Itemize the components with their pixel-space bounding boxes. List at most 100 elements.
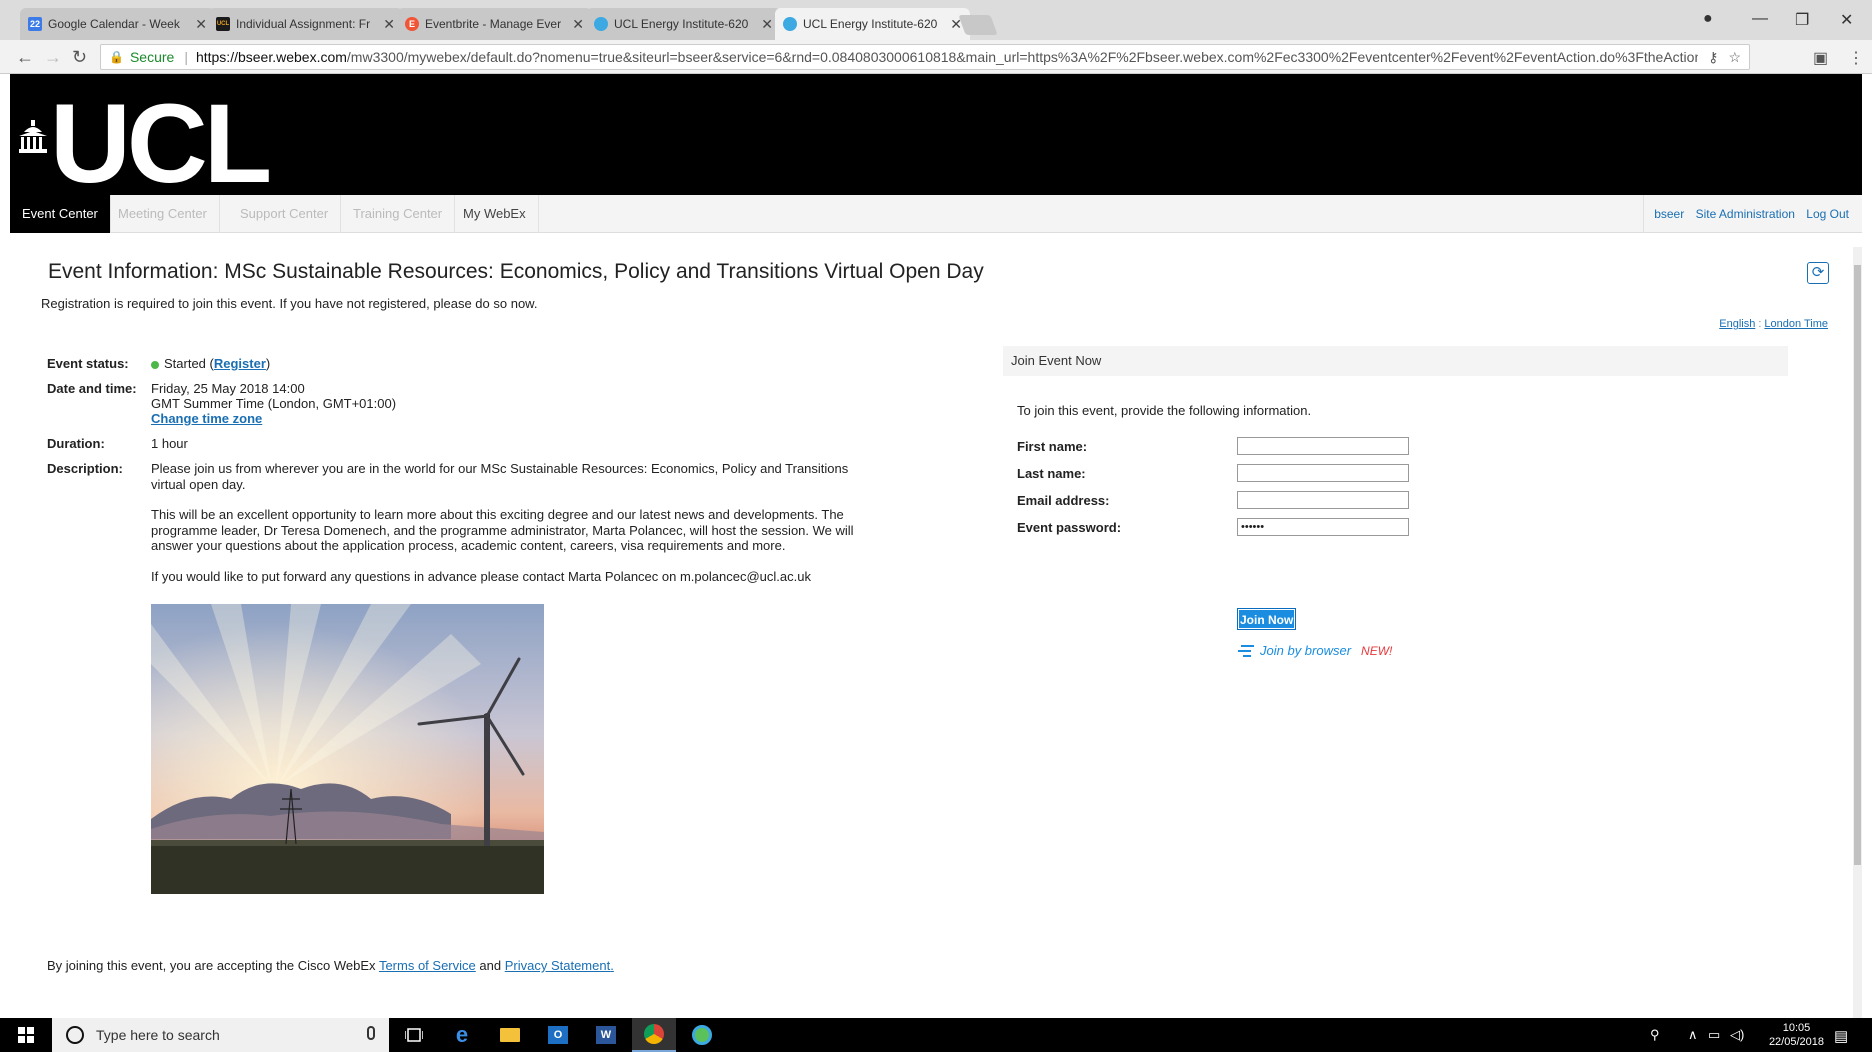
people-icon[interactable]: ⚲ (1650, 1027, 1660, 1043)
change-timezone-link[interactable]: Change time zone (151, 411, 396, 426)
logout-link[interactable]: Log Out (1806, 207, 1849, 221)
duration-label: Duration: (47, 436, 105, 451)
network-icon[interactable]: ▭ (1708, 1027, 1720, 1043)
link-separator: : (1758, 318, 1762, 330)
back-icon[interactable]: ← (16, 47, 34, 68)
status-text: Started (164, 356, 206, 371)
taskbar-search-placeholder: Type here to search (96, 1027, 220, 1043)
profile-icon[interactable]: ● (1703, 10, 1713, 28)
webex-icon (594, 17, 608, 31)
tab-google-calendar[interactable]: 22 Google Calendar - Week ✕ (20, 8, 215, 40)
event-status-value: Started (Register) (151, 356, 270, 371)
address-bar[interactable]: 🔒 Secure | https://bseer.webex.com/mw330… (100, 44, 1750, 70)
taskbar-chrome[interactable] (632, 1018, 676, 1052)
close-tab-icon[interactable]: ✕ (195, 16, 207, 33)
outlook-icon: O (548, 1026, 568, 1044)
notifications-icon[interactable]: ▤ (1834, 1027, 1848, 1045)
email-input[interactable] (1237, 491, 1409, 509)
last-name-input[interactable] (1237, 464, 1409, 482)
tab-ucl-energy-2[interactable]: UCL Energy Institute-620 ✕ (775, 8, 970, 40)
windows-logo-icon (18, 1027, 34, 1043)
description-paragraph: If you would like to put forward any que… (151, 568, 811, 584)
join-event-header: Join Event Now (1003, 346, 1788, 376)
join-now-button[interactable]: Join Now (1237, 608, 1297, 630)
menu-icon[interactable]: ⋮ (1848, 48, 1864, 68)
reload-icon[interactable]: ↻ (72, 47, 87, 68)
nav-my-webex[interactable]: My WebEx (451, 195, 539, 233)
tab-individual-assignment[interactable]: UCL Individual Assignment: Fr ✕ (208, 8, 403, 40)
key-icon[interactable]: ⚷ (1708, 49, 1718, 66)
close-tab-icon[interactable]: ✕ (383, 16, 395, 33)
nav-support-center[interactable]: Support Center (228, 195, 342, 233)
event-password-input[interactable] (1237, 518, 1409, 536)
taskbar-webex[interactable] (680, 1018, 724, 1052)
scroll-thumb[interactable] (1854, 265, 1861, 865)
taskbar-search[interactable]: Type here to search (52, 1018, 389, 1052)
timezone-link[interactable]: London Time (1764, 318, 1828, 330)
taskbar-edge[interactable]: e (440, 1018, 484, 1052)
tab-title: Eventbrite - Manage Ever (425, 17, 562, 31)
minimize-icon[interactable]: — (1752, 10, 1768, 28)
tab-ucl-energy-1[interactable]: UCL Energy Institute-620 ✕ (586, 8, 781, 40)
language-link[interactable]: English (1719, 318, 1755, 330)
privacy-statement-link[interactable]: Privacy Statement (505, 958, 611, 973)
nav-meeting-center[interactable]: Meeting Center (106, 195, 220, 233)
duration-value: 1 hour (151, 436, 188, 451)
restore-icon[interactable]: ❐ (1795, 10, 1809, 30)
date-time-text: Friday, 25 May 2018 14:00 (151, 381, 305, 396)
tab-title: UCL Energy Institute-620 (614, 17, 749, 31)
folder-icon (500, 1028, 520, 1042)
tab-eventbrite[interactable]: E Eventbrite - Manage Ever ✕ (397, 8, 592, 40)
new-tab-button[interactable] (958, 15, 998, 35)
tab-title: Individual Assignment: Fr (236, 17, 371, 31)
wind-turbine-photo (151, 604, 544, 894)
email-label: Email address: (1017, 493, 1110, 508)
taskbar-clock[interactable]: 10:05 22/05/2018 (1769, 1021, 1824, 1049)
event-status-label: Event status: (47, 356, 129, 371)
webex-icon (783, 17, 797, 31)
volume-icon[interactable]: ◁) (1730, 1027, 1744, 1043)
language-timezone-links: English: London Time (1719, 318, 1828, 330)
task-view-button[interactable] (392, 1018, 436, 1052)
terms-of-service-link[interactable]: Terms of Service (379, 958, 476, 973)
ucl-favicon-icon: UCL (216, 17, 230, 31)
omnibox-separator: | (184, 49, 188, 65)
close-window-icon[interactable]: ✕ (1840, 10, 1853, 30)
lock-icon: 🔒 (109, 50, 124, 64)
show-hidden-icons-icon[interactable]: ∧ (1688, 1027, 1698, 1043)
username-link[interactable]: bseer (1654, 207, 1684, 221)
ucl-portico-logo-icon (19, 120, 47, 153)
close-tab-icon[interactable]: ✕ (761, 16, 773, 33)
description-label: Description: (47, 461, 123, 476)
terms-and: and (479, 958, 502, 973)
clock-time: 10:05 (1782, 1022, 1811, 1034)
taskbar-file-explorer[interactable] (488, 1018, 532, 1052)
new-badge: NEW! (1361, 643, 1393, 658)
terms-period: . (610, 958, 614, 973)
extension-icon[interactable]: ▣ (1813, 48, 1828, 68)
last-name-label: Last name: (1017, 466, 1086, 481)
nav-event-center[interactable]: Event Center (10, 195, 111, 233)
event-password-label: Event password: (1017, 520, 1122, 535)
refresh-icon[interactable]: ⟳ (1807, 262, 1829, 284)
registration-note: Registration is required to join this ev… (41, 296, 538, 311)
taskbar-word[interactable]: W (584, 1018, 628, 1052)
star-icon[interactable]: ☆ (1728, 49, 1741, 66)
clock-date: 22/05/2018 (1768, 1036, 1824, 1048)
webex-app-icon (692, 1025, 712, 1045)
microphone-icon[interactable] (367, 1026, 375, 1040)
site-admin-link[interactable]: Site Administration (1696, 207, 1795, 221)
taskbar-outlook[interactable]: O (536, 1018, 580, 1052)
join-by-browser-link[interactable]: Join by browser NEW! (1237, 643, 1392, 658)
secure-label: Secure (129, 49, 175, 65)
forward-icon[interactable]: → (44, 47, 62, 68)
nav-training-center[interactable]: Training Center (341, 195, 456, 233)
register-link[interactable]: Register (214, 356, 266, 371)
first-name-input[interactable] (1237, 437, 1409, 455)
join-intro-text: To join this event, provide the followin… (1017, 403, 1312, 418)
close-tab-icon[interactable]: ✕ (572, 16, 584, 33)
url-path: /mw3300/mywebex/default.do?nomenu=true&s… (346, 49, 1699, 65)
page-scrollbar[interactable] (1853, 247, 1862, 1018)
first-name-label: First name: (1017, 439, 1088, 454)
start-button[interactable] (0, 1018, 52, 1052)
